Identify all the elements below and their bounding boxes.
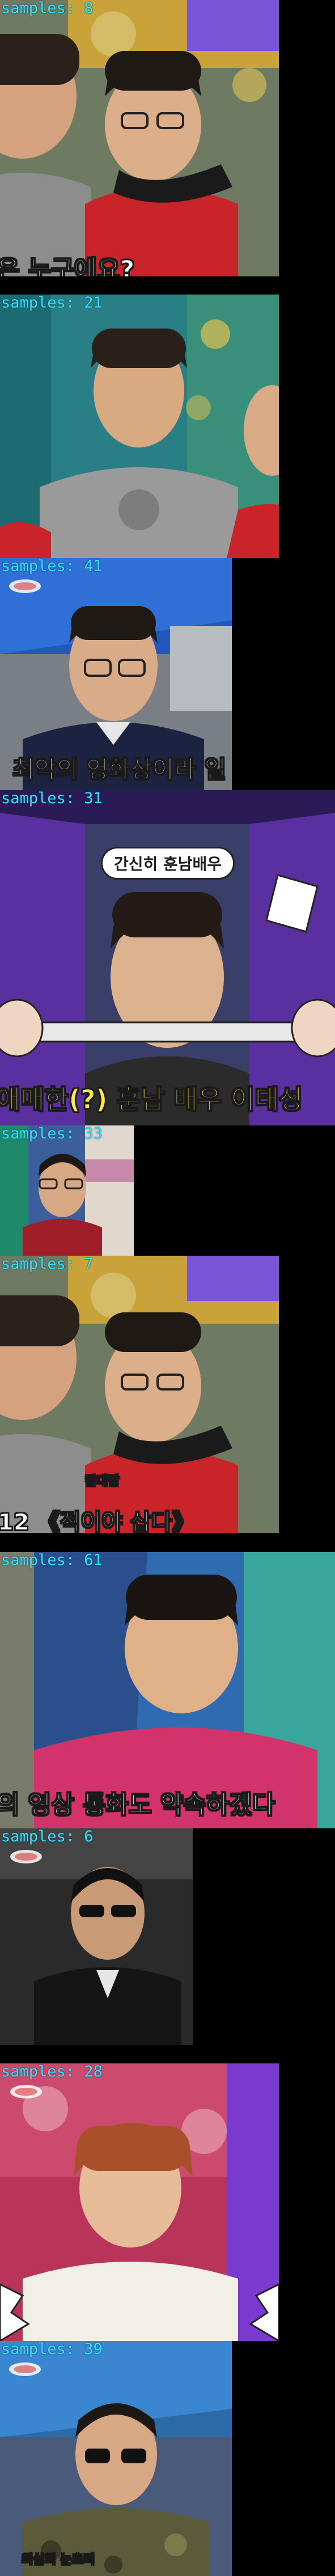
video-frame: samples: 61 의 영상 통화도 약속하겠다: [0, 1552, 335, 1828]
sample-count-label: samples: 28: [1, 2063, 103, 2080]
caption-speech-bubble: 간신히 훈남배우: [101, 847, 235, 880]
frame-scene-image: [0, 790, 335, 1125]
video-frame: samples: 31 간신히 훈남배우 애매한(?) 훈남 배우 이태성: [0, 790, 335, 1125]
sample-count-label: samples: 8: [1, 0, 94, 17]
caption-tag: 칼대답: [84, 1474, 120, 1489]
sample-count-label: samples: 21: [1, 295, 103, 312]
subtitle-caption: 의심의 눈초리: [21, 2552, 95, 2568]
sample-count-label: samples: 31: [1, 790, 103, 807]
video-frame: samples: 8 은 누구예요?: [0, 0, 279, 276]
sample-count-label: samples: 41: [1, 558, 103, 575]
video-frame: samples: 7 칼대답 12 《적이야 삽다》: [0, 1256, 279, 1533]
frame-scene-image: [0, 1125, 134, 1256]
video-frame: samples: 28: [0, 2063, 279, 2341]
broadcast-logo: [8, 578, 42, 596]
broadcast-logo-icon: [9, 2362, 41, 2376]
subtitle-caption: 12 《적이야 삽다》: [0, 1509, 195, 1533]
video-frame: samples: 33: [0, 1125, 134, 1256]
frame-scene-image: [0, 0, 279, 276]
frame-scene-image: [0, 1256, 279, 1533]
frame-scene-image: [0, 295, 279, 558]
sample-count-label: samples: 61: [1, 1552, 103, 1569]
video-frame: samples: 39 의심의 눈초리: [0, 2341, 232, 2576]
sample-count-label: samples: 33: [1, 1125, 103, 1142]
video-frame: samples: 41 최악의 영화상이라 일: [0, 558, 232, 790]
sample-count-label: samples: 39: [1, 2341, 103, 2358]
video-frame: samples: 6: [0, 1828, 193, 2045]
video-frame: samples: 21: [0, 295, 279, 558]
broadcast-logo-icon: [10, 1850, 42, 1863]
broadcast-logo: [9, 2084, 43, 2102]
subtitle-caption: 의 영상 통화도 약속하겠다: [0, 1790, 275, 1820]
sample-count-label: samples: 7: [1, 1256, 94, 1273]
subtitle-caption: 애매한(?) 훈남 배우 이태성: [0, 1084, 303, 1115]
sample-count-label: samples: 6: [1, 1828, 94, 1845]
broadcast-logo-icon: [10, 2085, 42, 2099]
broadcast-logo: [8, 2361, 42, 2379]
frame-scene-image: [0, 2063, 279, 2341]
broadcast-logo: [9, 1849, 43, 1867]
subtitle-caption: 최악의 영화상이라 일: [12, 755, 227, 784]
subtitle-caption: 은 누구예요?: [0, 255, 135, 276]
sample-frames-strip: samples: 8 은 누구예요? samples: 21 samples: …: [0, 0, 335, 2576]
broadcast-logo-icon: [9, 579, 41, 593]
